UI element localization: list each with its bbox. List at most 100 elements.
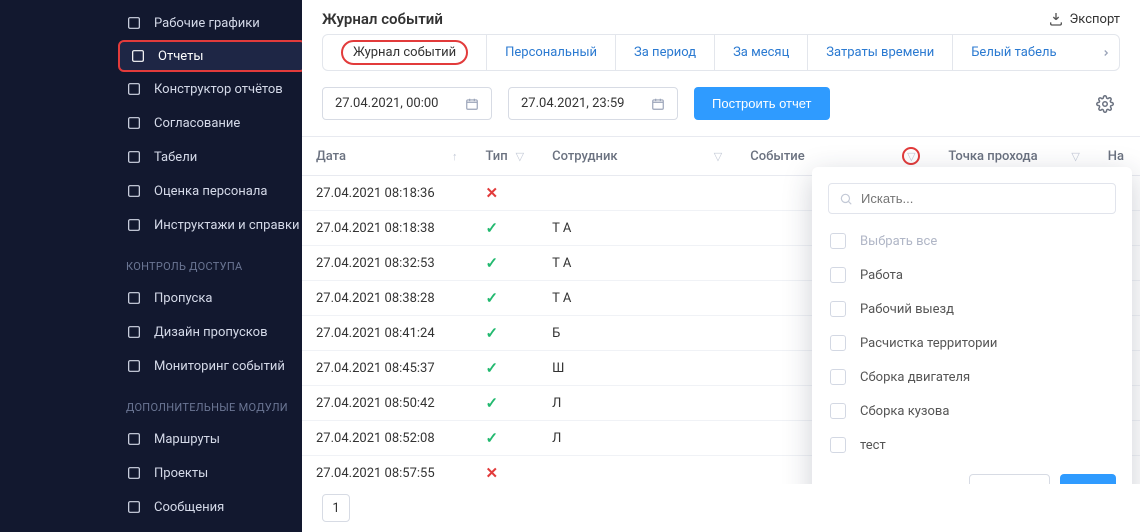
filter-option[interactable]: Расчистка территории [828,326,1116,360]
sidebar-item-calendar[interactable]: Рабочие графики [110,6,302,40]
filter-search-input[interactable] [828,183,1116,214]
tab-4[interactable]: Затраты времени [808,35,953,70]
checkbox[interactable] [830,437,846,453]
checkbox[interactable] [830,369,846,385]
grid-icon [126,149,142,165]
cell-employee: Б [538,316,736,351]
filter-cancel-button[interactable]: Отмена [969,474,1050,484]
sidebar-item-box[interactable]: ТМЦ [110,524,302,532]
sidebar-item-route[interactable]: Маршруты [110,422,302,456]
sidebar-item-doc[interactable]: Конструктор отчётов [110,72,302,106]
cell-type: ✓ [472,316,539,351]
build-report-button[interactable]: Построить отчет [694,87,830,120]
sidebar-item-mail[interactable]: Сообщения [110,490,302,524]
sidebar-section-access: КОНТРОЛЬ ДОСТУПА [110,242,302,281]
filter-option[interactable]: Сборка двигателя [828,360,1116,394]
sidebar-item-label: Конструктор отчётов [154,82,283,97]
sidebar-item-monitor[interactable]: Мониторинг событий [110,349,302,383]
filter-select-all[interactable]: Выбрать все [828,224,1116,258]
tab-5[interactable]: Белый табель [953,35,1074,70]
date-from-input[interactable]: 27.04.2021, 00:00 [322,87,492,120]
filter-option[interactable]: Работа [828,258,1116,292]
layout-icon [126,324,142,340]
cell-date: 27.04.2021 08:50:42 [302,386,472,421]
sidebar-item-label: Пропуска [154,291,212,306]
sidebar-item-label: Согласование [154,116,240,131]
sidebar-item-label: Табели [154,150,197,165]
check-icon: ✓ [486,394,499,412]
check-icon: ✓ [486,429,499,447]
settings-button[interactable] [1090,89,1120,119]
filter-search-field[interactable] [861,191,1105,206]
cell-employee: Т А [538,211,736,246]
export-button[interactable]: Экспорт [1048,11,1120,27]
col-type[interactable]: Тип▽ [472,137,539,176]
sidebar-item-clipboard[interactable]: Согласование [110,106,302,140]
sidebar-item-layout[interactable]: Дизайн пропусков [110,315,302,349]
col-date[interactable]: Дата↑ [302,137,472,176]
sidebar-item-label: Инструктажи и справки [154,218,300,233]
sidebar-item-label: Маршруты [154,432,220,447]
tab-2[interactable]: За период [616,35,715,70]
cell-date: 27.04.2021 08:18:38 [302,211,472,246]
filter-option[interactable]: Рабочий выезд [828,292,1116,326]
sidebar-item-file[interactable]: Инструктажи и справки [110,208,302,242]
bar-chart-icon [130,48,146,64]
sidebar-item-label: Оценка персонала [154,184,267,199]
cell-employee: Т А [538,246,736,281]
sidebar-item-bar-chart[interactable]: Отчеты [118,40,302,72]
cell-type: ✓ [472,246,539,281]
event-filter-popup: Выбрать все РаботаРабочий выездРасчистка… [812,167,1132,484]
date-to-input[interactable]: 27.04.2021, 23:59 [508,87,678,120]
cross-icon: ✕ [486,184,499,202]
sidebar-item-id[interactable]: Пропуска [110,281,302,315]
filter-option[interactable]: Сборка кузова [828,394,1116,428]
sidebar-item-label: Проекты [154,466,208,481]
search-icon [839,192,853,206]
cell-date: 27.04.2021 08:18:36 [302,176,472,211]
tab-0[interactable]: Журнал событий [323,35,487,70]
sidebar-item-label: Отчеты [158,49,203,64]
cell-date: 27.04.2021 08:45:37 [302,351,472,386]
sidebar-item-label: Дизайн пропусков [154,325,268,340]
sidebar-item-label: Сообщения [154,500,224,515]
checkbox[interactable] [830,267,846,283]
check-icon: ✓ [486,289,499,307]
sidebar-section-addons: ДОПОЛНИТЕЛЬНЫЕ МОДУЛИ [110,383,302,422]
mail-icon [126,499,142,515]
filter-icon[interactable]: ▽ [1071,150,1079,163]
filter-icon[interactable]: ▽ [714,150,722,163]
col-employee[interactable]: Сотрудник▽ [538,137,736,176]
cross-icon: ✕ [486,464,499,482]
export-icon [1048,11,1064,27]
check-icon: ✓ [486,254,499,272]
filter-icon[interactable]: ▽ [902,147,920,165]
sidebar-item-label: Рабочие графики [154,16,260,31]
sort-icon: ↑ [452,150,458,163]
filter-icon[interactable]: ▽ [516,150,524,163]
tab-3[interactable]: За месяц [715,35,808,70]
doc-icon [126,81,142,97]
cell-employee: Ш [538,351,736,386]
checkbox[interactable] [830,335,846,351]
checkbox[interactable] [830,301,846,317]
cell-employee [538,456,736,485]
cell-employee: Л [538,421,736,456]
checkbox[interactable] [830,403,846,419]
sidebar-item-star[interactable]: Оценка персонала [110,174,302,208]
page-1-button[interactable]: 1 [322,494,350,522]
check-icon: ✓ [486,324,499,342]
sidebar-item-grid[interactable]: Табели [110,140,302,174]
tabs-scroll-right[interactable] [1093,48,1119,58]
route-icon [126,431,142,447]
sidebar-item-folder[interactable]: Проекты [110,456,302,490]
tab-1[interactable]: Персональный [487,35,616,70]
filter-option[interactable]: тест [828,428,1116,462]
cell-employee: Л [538,386,736,421]
filter-ok-button[interactable]: Да [1060,474,1116,484]
sidebar: Рабочие графики Отчеты Конструктор отчётов… [0,0,302,532]
file-icon [126,217,142,233]
checkbox[interactable] [830,233,846,249]
page-title: Журнал событий [322,10,443,28]
cell-date: 27.04.2021 08:41:24 [302,316,472,351]
